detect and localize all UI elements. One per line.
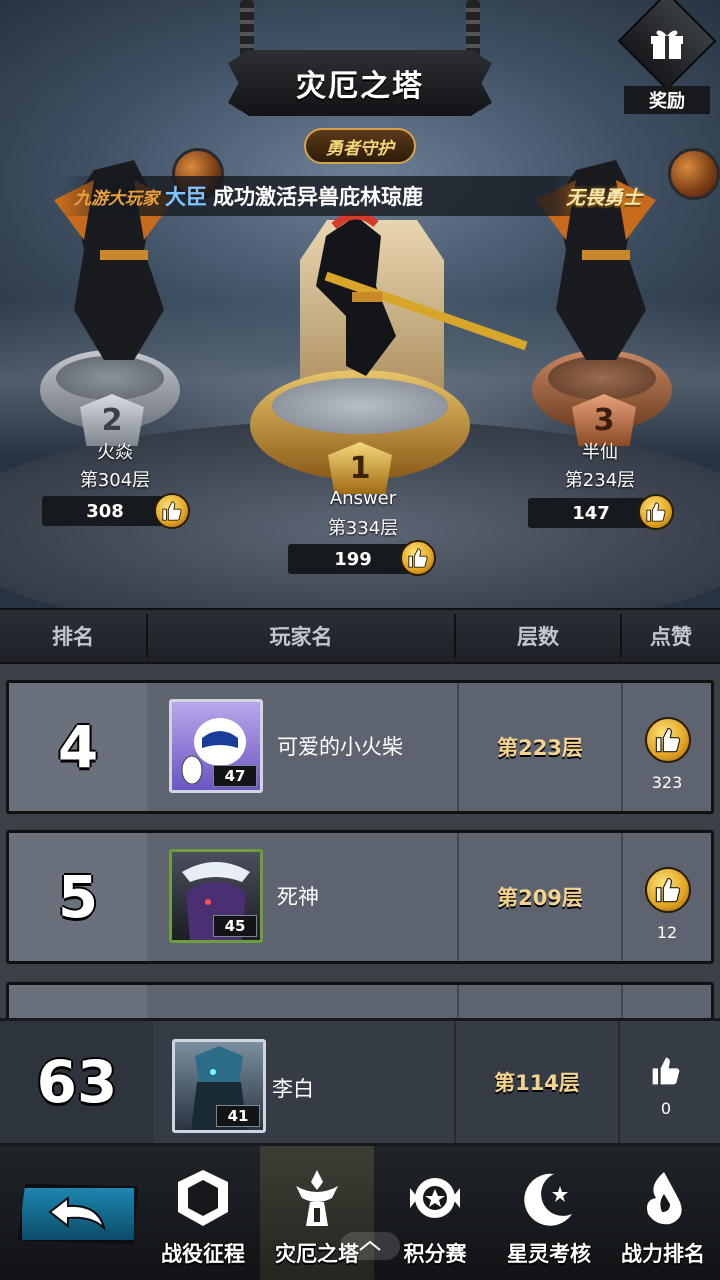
chevron-up-icon [359,1240,381,1251]
nav-label: 星灵考核 [507,1242,591,1266]
guard-badge-label: 勇者守护 [326,138,394,159]
like-button-podium-1[interactable] [400,540,436,576]
player-name: 可爱的小火柴 [277,735,403,759]
my-rank-number: 63 [36,1048,118,1116]
floor-cell: 第223层 [457,683,623,811]
my-like-count: 0 [660,1099,672,1118]
floor-value: 第223层 [497,736,583,760]
page-title: 灾厄之塔 [296,69,424,104]
my-rank-row[interactable]: 63 41 李白 第114层 0 [0,1018,720,1146]
power-icon [647,1172,682,1225]
announcement-banner: 九游大玩家 大臣 成功激活异兽庇林琼鹿 [60,176,620,216]
podium-2-floor: 第304层 [79,470,151,491]
chain-right [466,0,480,58]
chain-left [240,0,254,58]
level-badge: 45 [213,915,257,937]
thumbs-up-icon [408,548,428,568]
player-cell: 45 死神 [147,833,457,961]
tower-icon [296,1170,338,1226]
warrior-figure-2[interactable] [34,130,194,370]
nav-item-spirit-exam[interactable]: 星灵考核 [492,1146,606,1280]
thumbs-up-icon [655,877,681,903]
level-badge: 41 [216,1105,260,1127]
guard-badge: 勇者守护 [304,128,416,164]
like-count: 12 [656,923,678,942]
like-button[interactable] [645,717,691,763]
like-cell: 323 [623,683,711,811]
col-likes: 点赞 [650,625,692,649]
player-title-tag: 无畏勇士 [565,186,642,209]
podium-2-name: 火焱 [97,442,133,463]
my-like-cell: 0 [620,1021,720,1143]
back-button[interactable] [18,1184,138,1244]
rank-number: 4 [57,713,99,781]
warrior-figure-3[interactable] [516,130,676,370]
monkey-king-figure[interactable] [286,196,536,396]
podium-2-likes: 308 [42,496,168,526]
page-title-banner: 灾厄之塔 [228,50,492,116]
col-rank: 排名 [52,625,94,649]
player-name: 死神 [277,885,319,909]
podium-1-name: Answer [329,488,397,509]
reward-label: 奖励 [624,86,710,114]
table-row[interactable]: 4 47 可爱的小火柴 第223层 323 [6,680,714,814]
podium-3-floor: 第234层 [564,470,636,491]
podium-1-floor: 第334层 [327,518,399,539]
announcement-sender-tag: 九游大玩家 [74,188,159,209]
avatar[interactable]: 47 [169,699,263,793]
floor-value: 第209层 [497,886,583,910]
thumbs-up-icon [646,502,666,522]
col-player-name: 玩家名 [269,625,333,649]
campaign-icon [178,1170,228,1226]
rank-cell: 5 [9,833,147,961]
thumbs-up-icon [655,727,681,753]
like-button-podium-2[interactable] [154,493,190,529]
my-rank-cell: 63 [0,1021,154,1143]
table-row[interactable]: 5 45 死神 第209层 12 [6,830,714,964]
my-player-name: 李白 [272,1077,314,1101]
avatar[interactable]: 45 [169,849,263,943]
nav-item-points-match[interactable]: 积分赛 [378,1146,492,1280]
reward-button[interactable]: 奖励 [617,0,717,114]
like-button[interactable] [645,867,691,913]
player-cell: 47 可爱的小火柴 [147,683,457,811]
rank-cell: 4 [9,683,147,811]
back-arrow-icon [48,1195,106,1232]
home-indicator[interactable] [340,1232,400,1260]
level-badge: 47 [213,765,257,787]
podium-3-likes: 147 [528,498,654,528]
like-button-podium-3[interactable] [638,494,674,530]
tower-hero-area: 2 3 1 灾厄之塔 奖励 勇者守护 九游大玩家 大臣 成功激活异兽庇林琼鹿 无… [0,0,720,608]
like-count: 323 [651,773,683,792]
col-floors: 层数 [517,625,559,649]
points-icon [410,1178,460,1218]
my-floor-cell: 第114层 [454,1021,620,1143]
announcement-player: 大臣 [165,185,207,209]
nav-item-campaign[interactable]: 战役征程 [146,1146,260,1280]
moon-star-icon [524,1173,572,1226]
nav-label: 战役征程 [161,1242,245,1266]
ranking-table-header: 排名 玩家名 层数 点赞 [0,608,720,664]
rank-number: 5 [57,863,99,931]
podium-1-likes: 199 [288,544,418,574]
nav-item-power-ranking[interactable]: 战力排名 [606,1146,720,1280]
nav-label: 战力排名 [621,1242,705,1266]
floor-cell: 第209层 [457,833,623,961]
like-cell: 12 [623,833,711,961]
my-avatar[interactable]: 41 [172,1039,266,1133]
podium-3-name: 半仙 [582,442,618,463]
thumbs-up-icon [652,1057,680,1085]
announcement-message: 成功激活异兽庇林琼鹿 [213,185,423,209]
thumbs-up-icon [162,501,182,521]
my-floor-value: 第114层 [494,1071,580,1095]
gift-icon [651,30,683,59]
